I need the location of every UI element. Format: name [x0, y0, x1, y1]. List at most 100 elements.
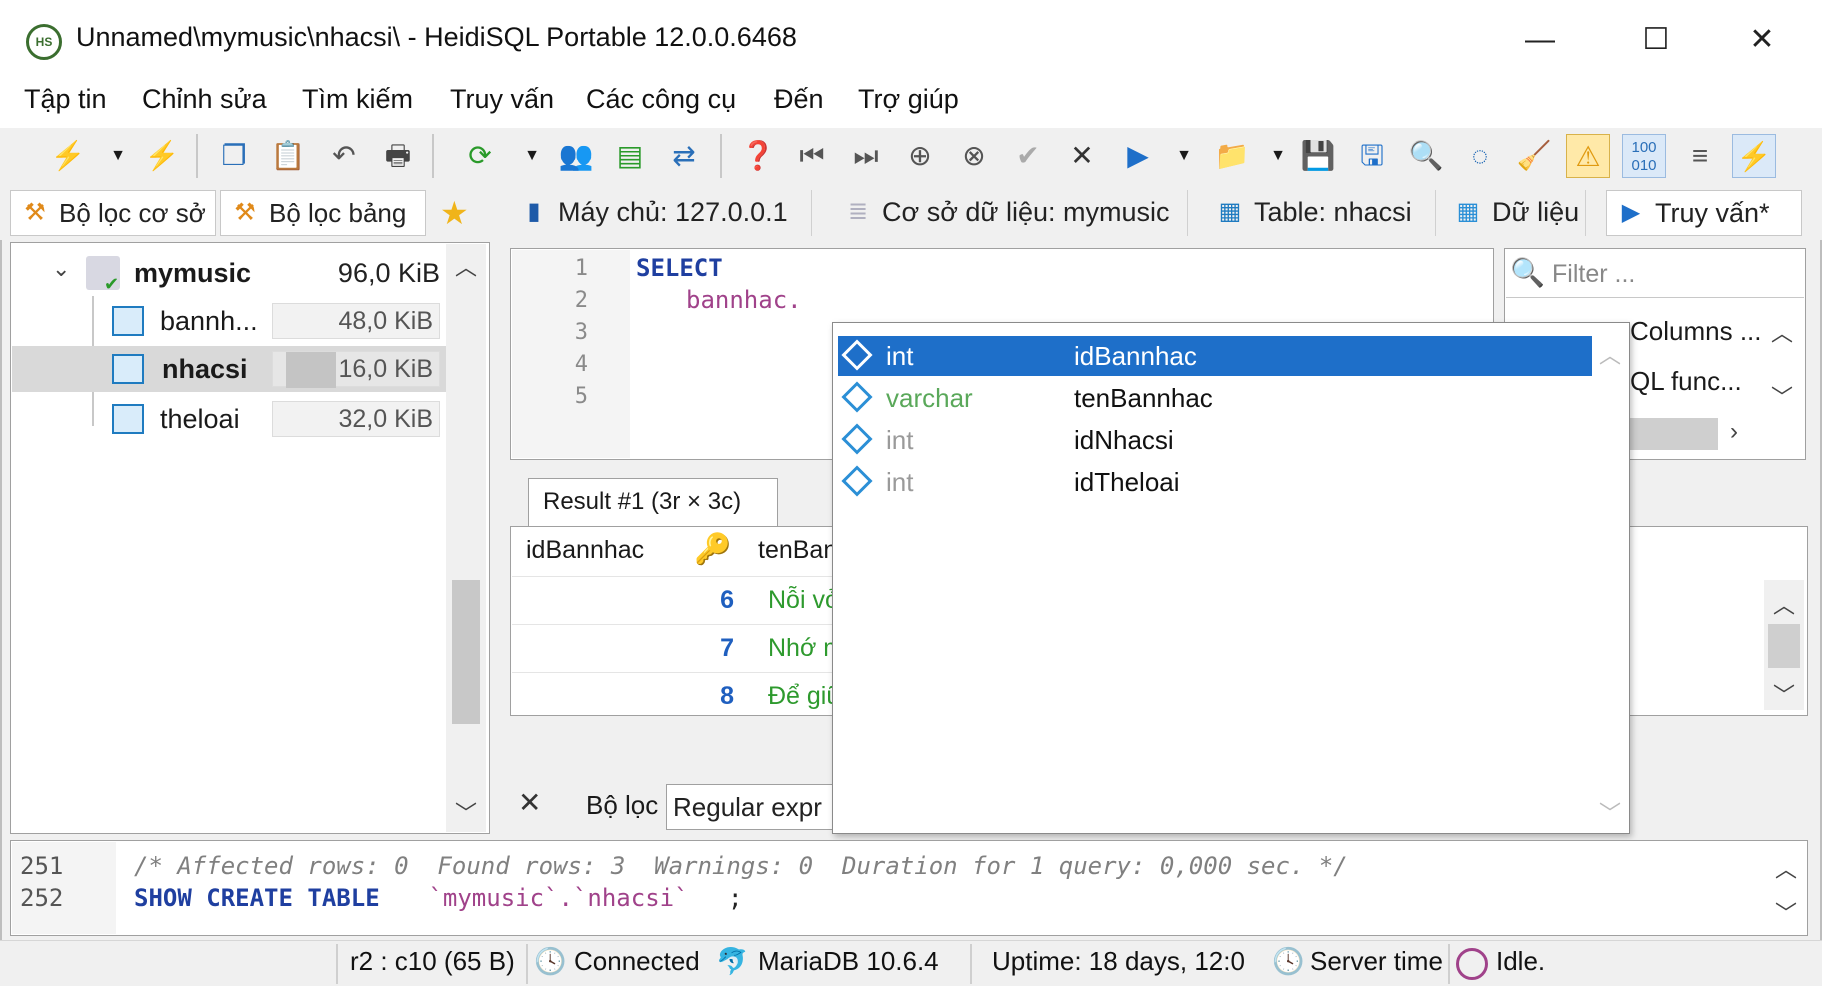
tree-scrollbar[interactable] — [446, 244, 486, 832]
sql-keyword-select: SELECT — [636, 254, 723, 282]
connect-icon[interactable]: ⚡ — [46, 134, 90, 178]
tree-database-mymusic[interactable]: mymusic 96,0 KiB — [134, 250, 446, 296]
export-icon[interactable]: ▤ — [608, 134, 652, 178]
close-filter-icon[interactable]: ✕ — [518, 786, 541, 819]
database-filter-tab[interactable]: ⚒ Bộ lọc cơ sở — [10, 190, 216, 236]
scroll-up-icon[interactable]: ︿ — [446, 250, 486, 282]
column-header[interactable]: tenBan — [758, 536, 837, 565]
tab-server[interactable]: ▮ Máy chủ: 127.0.0.1 — [510, 190, 812, 236]
warning-icon[interactable]: ⚠ — [1566, 134, 1610, 178]
cell-id[interactable]: 7 — [660, 634, 734, 663]
scroll-down-icon[interactable]: ﹀ — [446, 796, 486, 828]
replace-icon[interactable]: ◌ — [1458, 134, 1502, 178]
minimize-button[interactable]: — — [1510, 14, 1570, 66]
menu-edit[interactable]: Chỉnh sửa — [142, 84, 267, 115]
heidisql-logo-icon: HS — [26, 24, 62, 60]
last-record-icon[interactable]: ⏭ — [844, 134, 888, 178]
print-icon[interactable]: 🖶 — [376, 134, 420, 178]
scroll-up-icon[interactable]: ︿ — [1766, 852, 1806, 884]
tab-query[interactable]: ▶ Truy vấn* — [1606, 190, 1802, 236]
first-record-icon[interactable]: ⏮ — [790, 134, 834, 178]
scroll-down-icon[interactable]: ﹀ — [1590, 796, 1630, 828]
scroll-up-icon[interactable]: ︿ — [1762, 316, 1802, 348]
size-bar — [286, 352, 336, 388]
refresh-icon[interactable]: ⟳ — [458, 134, 502, 178]
menu-file[interactable]: Tập tin — [24, 84, 107, 115]
scroll-up-icon[interactable]: ︿ — [1764, 588, 1804, 620]
scroll-up-icon[interactable]: ︿ — [1590, 338, 1630, 370]
import-icon[interactable]: ⇄ — [662, 134, 706, 178]
column-icon — [841, 381, 873, 413]
chevron-right-icon[interactable]: › — [1730, 418, 1738, 446]
menu-help[interactable]: Trợ giúp — [858, 84, 959, 115]
cancel-edit-icon[interactable]: ✕ — [1060, 134, 1104, 178]
window-title: Unnamed\mymusic\nhacsi\ - HeidiSQL Porta… — [76, 22, 797, 52]
log-terminator: ; — [728, 884, 743, 912]
helper-filter-box[interactable]: 🔍 Filter ... — [1506, 250, 1804, 298]
undo-icon[interactable]: ↶ — [322, 134, 366, 178]
maximize-button[interactable]: ☐ — [1626, 14, 1686, 66]
menu-tools[interactable]: Các công cụ — [586, 84, 736, 115]
tree-scroll-thumb[interactable] — [452, 580, 480, 724]
save-snippet-icon[interactable]: 🖫 — [1350, 134, 1394, 178]
tree-table-row[interactable]: theloai 32,0 KiB — [104, 396, 446, 442]
status-connected: Connected — [574, 946, 700, 976]
tree-table-row-selected[interactable]: nhacsi 16,0 KiB — [12, 346, 446, 392]
chevron-down-icon[interactable]: ⌄ — [52, 256, 70, 282]
help-icon[interactable]: ❓ — [736, 134, 780, 178]
find-icon[interactable]: 🔍 — [1404, 134, 1448, 178]
filter-icon: ⚒ — [234, 199, 256, 226]
save-icon[interactable]: 💾 — [1296, 134, 1340, 178]
menu-query[interactable]: Truy vấn — [450, 84, 554, 115]
user-manager-icon[interactable]: 👥 — [554, 134, 598, 178]
favorite-star-icon[interactable]: ★ — [440, 194, 469, 232]
idle-indicator-icon — [1456, 948, 1488, 980]
chevron-down-icon[interactable]: ▼ — [1162, 134, 1206, 178]
autocomplete-item-selected[interactable]: int idBannhac — [838, 336, 1592, 376]
cell-id[interactable]: 6 — [660, 586, 734, 615]
post-record-icon[interactable]: ✔ — [1006, 134, 1050, 178]
tree-table-row[interactable]: bannh... 48,0 KiB — [104, 298, 446, 344]
auto-refresh-icon[interactable]: ⚡ — [1732, 134, 1776, 178]
status-separator — [526, 944, 528, 984]
helper-item-columns[interactable]: Columns ... — [1630, 316, 1762, 347]
cell-name[interactable]: Nỗi vở — [768, 586, 841, 615]
chevron-down-icon[interactable]: ▼ — [510, 134, 554, 178]
helper-hscroll-thumb[interactable] — [1630, 418, 1718, 450]
open-folder-icon[interactable]: 📁 — [1210, 134, 1254, 178]
tab-data[interactable]: ▦ Dữ liệu — [1444, 190, 1586, 236]
disconnect-icon[interactable]: ⚡ — [140, 134, 184, 178]
table-filter-tab[interactable]: ⚒ Bộ lọc bảng — [220, 190, 426, 236]
log-keyword: SHOW CREATE TABLE — [134, 884, 380, 912]
filter-input[interactable]: Regular expr — [666, 784, 836, 830]
close-button[interactable]: ✕ — [1732, 14, 1792, 66]
chevron-down-icon[interactable]: ▼ — [96, 134, 140, 178]
menu-search[interactable]: Tìm kiếm — [302, 84, 413, 115]
paste-icon[interactable]: 📋 — [266, 134, 310, 178]
tab-table[interactable]: ▦ Table: nhacsi — [1206, 190, 1436, 236]
tab-database[interactable]: ≣ Cơ sở dữ liệu: mymusic — [834, 190, 1188, 236]
chevron-down-icon[interactable]: ▼ — [1256, 134, 1300, 178]
add-record-icon[interactable]: ⊕ — [898, 134, 942, 178]
cell-id[interactable]: 8 — [660, 682, 734, 711]
clock-icon: 🕓 — [1272, 946, 1305, 976]
tree-database-size: 96,0 KiB — [337, 258, 440, 288]
result-scroll-thumb[interactable] — [1768, 624, 1800, 668]
scroll-down-icon[interactable]: ﹀ — [1764, 678, 1804, 710]
menu-goto[interactable]: Đến — [774, 84, 824, 115]
helper-item-sql-functions[interactable]: QL func... — [1630, 366, 1742, 397]
wrap-lines-icon[interactable]: ≡ — [1678, 134, 1722, 178]
binary-icon[interactable]: 100 010 — [1622, 134, 1666, 178]
column-header[interactable]: idBannhac — [526, 536, 644, 565]
clear-icon[interactable]: 🧹 — [1512, 134, 1556, 178]
autocomplete-item[interactable]: varchar tenBannhac — [838, 378, 1592, 418]
execute-query-icon[interactable]: ▶ — [1116, 134, 1160, 178]
autocomplete-item[interactable]: int idNhacsi — [838, 420, 1592, 460]
autocomplete-item[interactable]: int idTheloai — [838, 462, 1592, 502]
database-filter-label: Bộ lọc cơ sở — [59, 198, 206, 228]
scroll-down-icon[interactable]: ﹀ — [1762, 380, 1802, 412]
copy-icon[interactable]: ❐ — [212, 134, 256, 178]
scroll-down-icon[interactable]: ﹀ — [1766, 896, 1806, 928]
delete-record-icon[interactable]: ⊗ — [952, 134, 996, 178]
result-tab[interactable]: Result #1 (3r × 3c) — [528, 478, 778, 526]
